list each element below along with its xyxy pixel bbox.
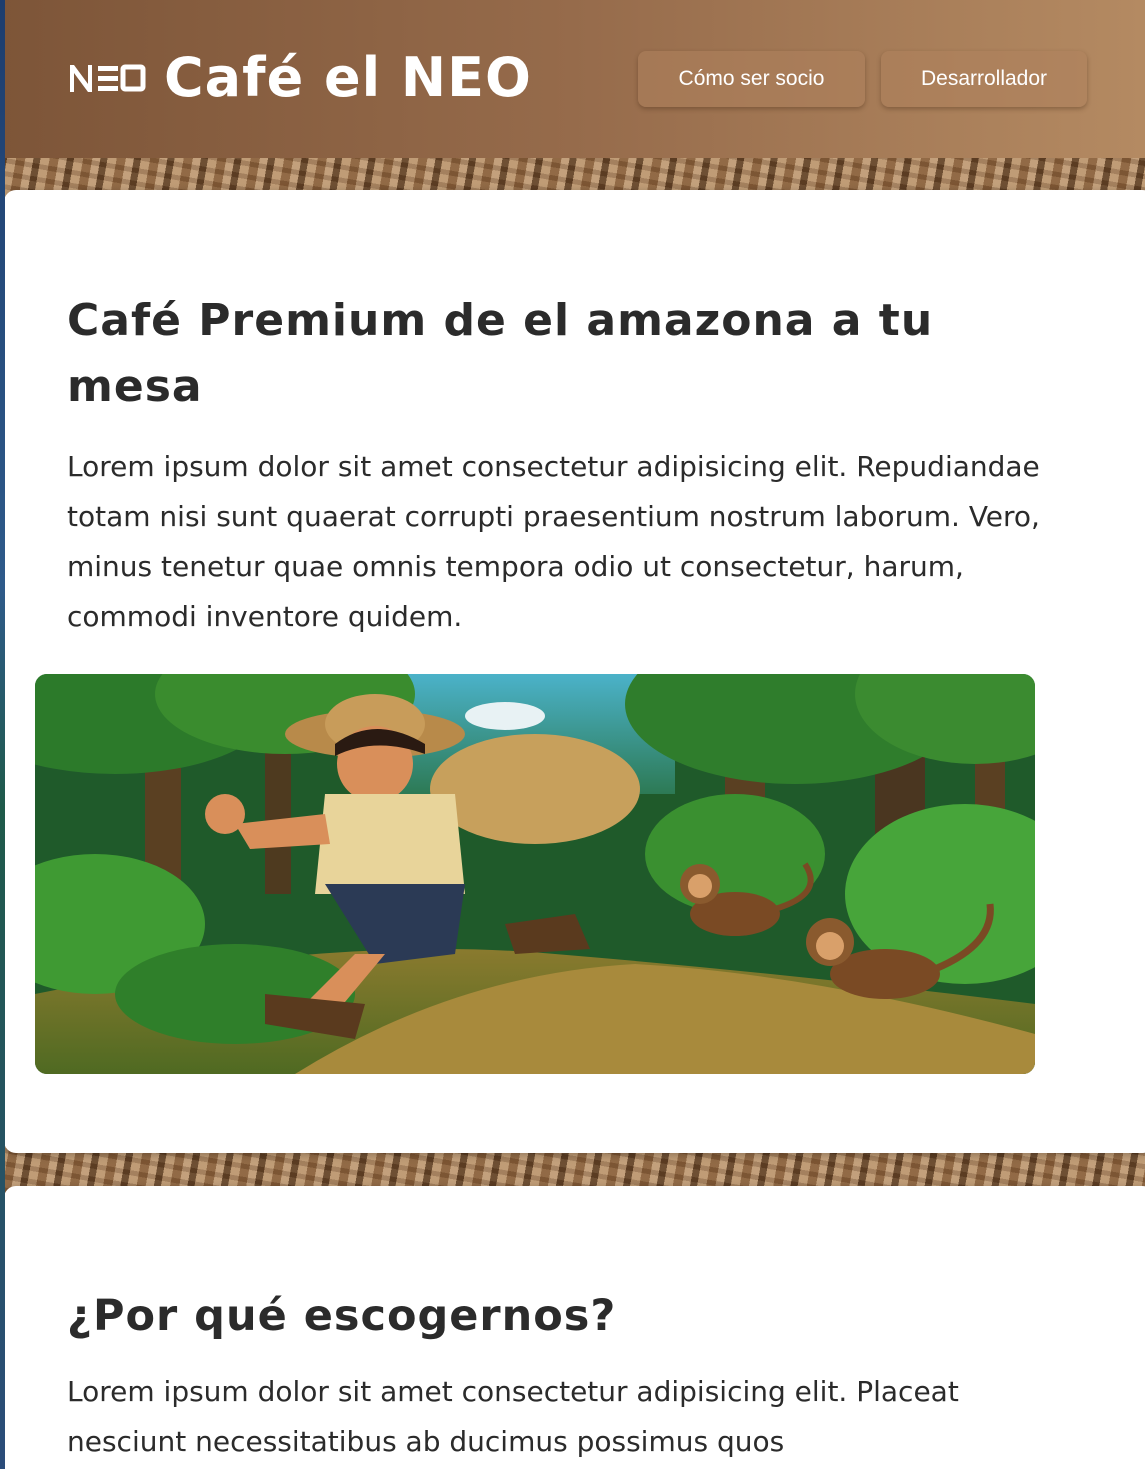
- nav-button-socio[interactable]: Cómo ser socio: [638, 51, 865, 107]
- site-header: Café el NEO Cómo ser socio Desarrollador: [0, 0, 1145, 158]
- window-edge: [0, 0, 5, 1469]
- explorer-illustration: [35, 674, 1035, 1074]
- why-us-paragraph: Lorem ipsum dolor sit amet consectetur a…: [67, 1375, 959, 1458]
- jungle-illustration-image: [35, 674, 1035, 1074]
- why-us-heading: ¿Por qué escogernos?: [67, 1291, 617, 1341]
- hero-heading: Café Premium de el amazona a tu mesa: [67, 295, 934, 412]
- site-title: Café el NEO: [164, 46, 532, 109]
- nav-button-desarrollador[interactable]: Desarrollador: [881, 51, 1087, 107]
- hero-card: Café Premium de el amazona a tu mesa Lor…: [4, 190, 1145, 1153]
- brand[interactable]: Café el NEO: [68, 40, 532, 116]
- why-us-card: ¿Por qué escogernos? Lorem ipsum dolor s…: [4, 1186, 1145, 1469]
- neo-logo-icon: [70, 64, 146, 92]
- hero-paragraph: Lorem ipsum dolor sit amet consectetur a…: [67, 450, 1040, 633]
